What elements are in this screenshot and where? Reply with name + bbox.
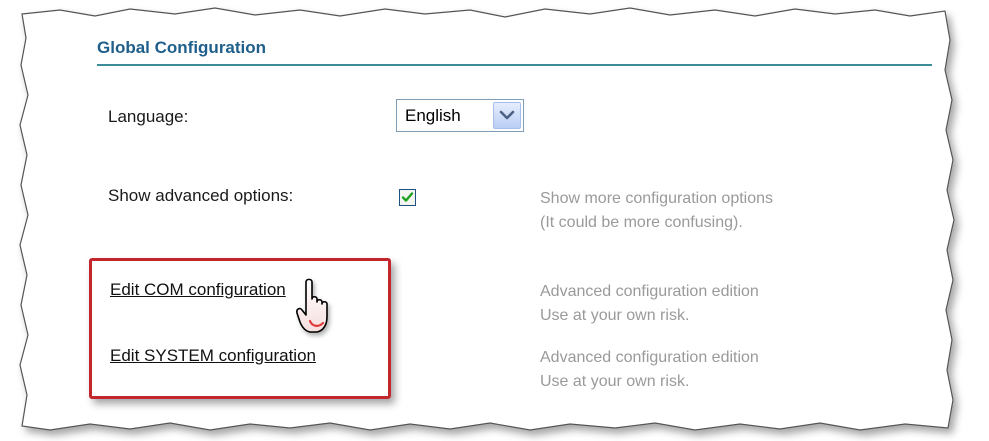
language-label: Language:: [108, 107, 189, 126]
check-icon: [401, 192, 414, 202]
language-dropdown-button[interactable]: [493, 102, 521, 129]
advanced-options-label: Show advanced options:: [108, 186, 294, 205]
section-title: Global Configuration: [97, 38, 267, 57]
system-config-desc-line2: Use at your own risk.: [540, 373, 690, 390]
system-config-desc-line1: Advanced configuration edition: [540, 349, 759, 366]
chevron-down-icon: [499, 110, 515, 120]
language-select[interactable]: English: [396, 99, 524, 132]
advanced-options-checkbox[interactable]: [399, 189, 416, 206]
language-select-value: English: [405, 106, 461, 125]
hand-pointer-icon: [296, 278, 328, 333]
section-divider: [97, 64, 932, 66]
com-config-desc-line2: Use at your own risk.: [540, 307, 690, 324]
advanced-options-desc-line2: (It could be more confusing).: [540, 214, 743, 231]
com-config-desc-line1: Advanced configuration edition: [540, 283, 759, 300]
advanced-options-desc-line1: Show more configuration options: [540, 190, 774, 207]
highlight-box: [89, 258, 391, 399]
screenshot-frame: Global Configuration Language: English S…: [0, 0, 989, 441]
